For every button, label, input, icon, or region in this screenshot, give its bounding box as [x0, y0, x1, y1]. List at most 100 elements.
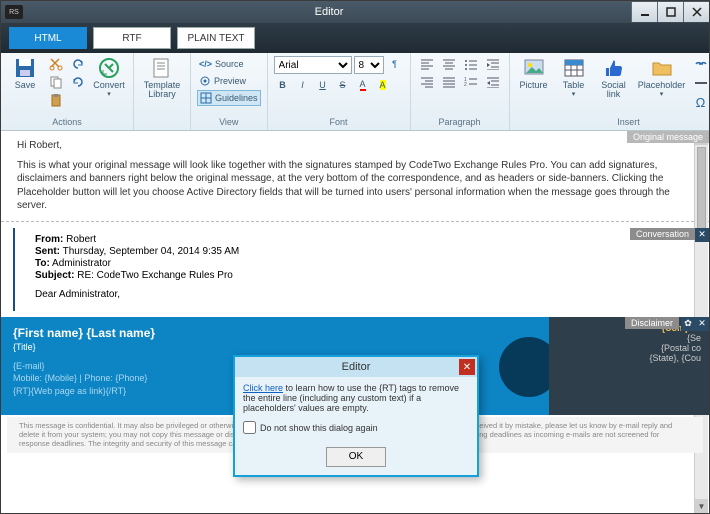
dont-show-checkbox[interactable] [243, 421, 256, 434]
info-dialog: Editor ✕ Click here to learn how to use … [233, 355, 479, 477]
tab-rtf[interactable]: RTF [93, 27, 171, 49]
guidelines-button[interactable]: Guidelines [197, 90, 261, 106]
outdent-button[interactable] [483, 74, 503, 90]
font-size-select[interactable]: 8 [354, 56, 384, 74]
conversation-section[interactable]: From: Robert Sent: Thursday, September 0… [13, 228, 697, 311]
format-tabs: HTML RTF PLAIN TEXT [1, 23, 709, 53]
save-button[interactable]: Save [7, 56, 43, 90]
convert-icon [97, 56, 121, 80]
font-family-select[interactable]: Arial [274, 56, 352, 74]
source-button[interactable]: </>Source [197, 56, 261, 72]
paste-button[interactable] [47, 92, 65, 108]
cut-button[interactable] [47, 56, 65, 72]
template-library-button[interactable]: Template Library [140, 56, 184, 99]
convert-label: Convert [93, 81, 125, 90]
ribbon-group-template: Template Library [134, 53, 191, 130]
from-label: From: [35, 234, 63, 245]
symbol-button[interactable]: Ω [692, 94, 710, 110]
table-button[interactable]: Table ▾ [556, 56, 592, 98]
hr-button[interactable] [692, 75, 710, 91]
highlight-button[interactable]: A [374, 77, 392, 93]
to-value: Administrator [52, 258, 111, 269]
indent-button[interactable] [483, 56, 503, 72]
bullets-icon [464, 58, 478, 70]
scroll-down-icon[interactable]: ▼ [695, 499, 708, 513]
editor-canvas: ▲ ▼ Original message Hi Robert, This is … [1, 131, 709, 513]
svg-text:2: 2 [464, 82, 467, 88]
dropdown-caret-icon: ▾ [572, 90, 576, 98]
align-left-icon [420, 58, 434, 70]
table-label: Table [563, 81, 585, 90]
template-label: Template Library [144, 81, 181, 99]
conversation-close-button[interactable]: ✕ [695, 228, 709, 242]
link-icon [693, 57, 709, 71]
ribbon: Save Convert ▾ Actions Template Li [1, 53, 709, 131]
subject-value: RE: CodeTwo Exchange Rules Pro [77, 270, 233, 281]
dialog-ok-button[interactable]: OK [326, 447, 386, 467]
app-icon: RS [5, 5, 23, 19]
dropdown-caret-icon: ▾ [660, 90, 664, 98]
minimize-button[interactable] [631, 2, 657, 22]
preview-label: Preview [214, 76, 246, 86]
ribbon-group-font: Arial 8 ¶ B I U S A A Font [268, 53, 411, 130]
font-color-icon: A [360, 79, 366, 91]
align-left-button[interactable] [417, 56, 437, 72]
dialog-link[interactable]: Click here [243, 383, 283, 393]
align-right-button[interactable] [417, 74, 437, 90]
tab-plain[interactable]: PLAIN TEXT [177, 27, 255, 49]
group-label-paragraph: Paragraph [417, 116, 503, 128]
scroll-thumb[interactable] [697, 147, 706, 237]
disclaimer-close-button[interactable]: ✕ [695, 317, 709, 331]
close-button[interactable] [683, 2, 709, 22]
clear-format-button[interactable]: ¶ [386, 56, 404, 72]
title-bar: RS Editor [1, 1, 709, 23]
underline-button[interactable]: U [314, 77, 332, 93]
picture-button[interactable]: Picture [516, 56, 552, 90]
disclaimer-badge: Disclaimer [625, 317, 679, 329]
sig-line3: {Postal co [557, 343, 701, 353]
window-title: Editor [27, 6, 631, 18]
bold-icon: B [279, 80, 286, 90]
subject-label: Subject: [35, 270, 74, 281]
grid-icon [200, 92, 212, 104]
maximize-button[interactable] [657, 2, 683, 22]
hr-icon [693, 76, 709, 90]
tab-html[interactable]: HTML [9, 27, 87, 49]
dialog-title: Editor [342, 361, 371, 373]
salutation-text: Dear Administrator, [35, 289, 681, 300]
cut-icon [49, 57, 63, 71]
align-center-button[interactable] [439, 56, 459, 72]
placeholder-button[interactable]: Placeholder ▾ [636, 56, 688, 98]
social-link-button[interactable]: Social link [596, 56, 632, 99]
outdent-icon [486, 76, 500, 88]
strike-button[interactable]: S [334, 77, 352, 93]
redo-button[interactable] [69, 74, 87, 90]
underline-icon: U [319, 80, 326, 90]
disclaimer-settings-button[interactable]: ✿ [681, 317, 695, 331]
bold-button[interactable]: B [274, 77, 292, 93]
copy-button[interactable] [47, 74, 65, 90]
template-icon [150, 56, 174, 80]
italic-button[interactable]: I [294, 77, 312, 93]
align-center-icon [442, 58, 456, 70]
numbered-list-button[interactable]: 12 [461, 74, 481, 90]
dialog-close-button[interactable]: ✕ [459, 359, 475, 375]
group-label-template [140, 116, 184, 128]
undo-icon [71, 57, 85, 71]
dont-show-label: Do not show this dialog again [260, 423, 378, 433]
undo-button[interactable] [69, 56, 87, 72]
dropdown-caret-icon: ▾ [107, 90, 111, 98]
group-label-font: Font [274, 116, 404, 128]
to-label: To: [35, 258, 50, 269]
original-message-section[interactable]: Hi Robert, This is what your original me… [1, 131, 709, 222]
link-button[interactable] [692, 56, 710, 72]
copy-icon [49, 75, 63, 89]
preview-button[interactable]: Preview [197, 73, 261, 89]
font-color-button[interactable]: A [354, 77, 372, 93]
sent-value: Thursday, September 04, 2014 9:35 AM [63, 246, 240, 257]
convert-button[interactable]: Convert ▾ [91, 56, 127, 98]
sig-title: {Title} [13, 341, 478, 354]
bullet-list-button[interactable] [461, 56, 481, 72]
sig-right-panel: {Compan {Se {Postal co {State}, {Cou [549, 317, 709, 415]
align-justify-button[interactable] [439, 74, 459, 90]
